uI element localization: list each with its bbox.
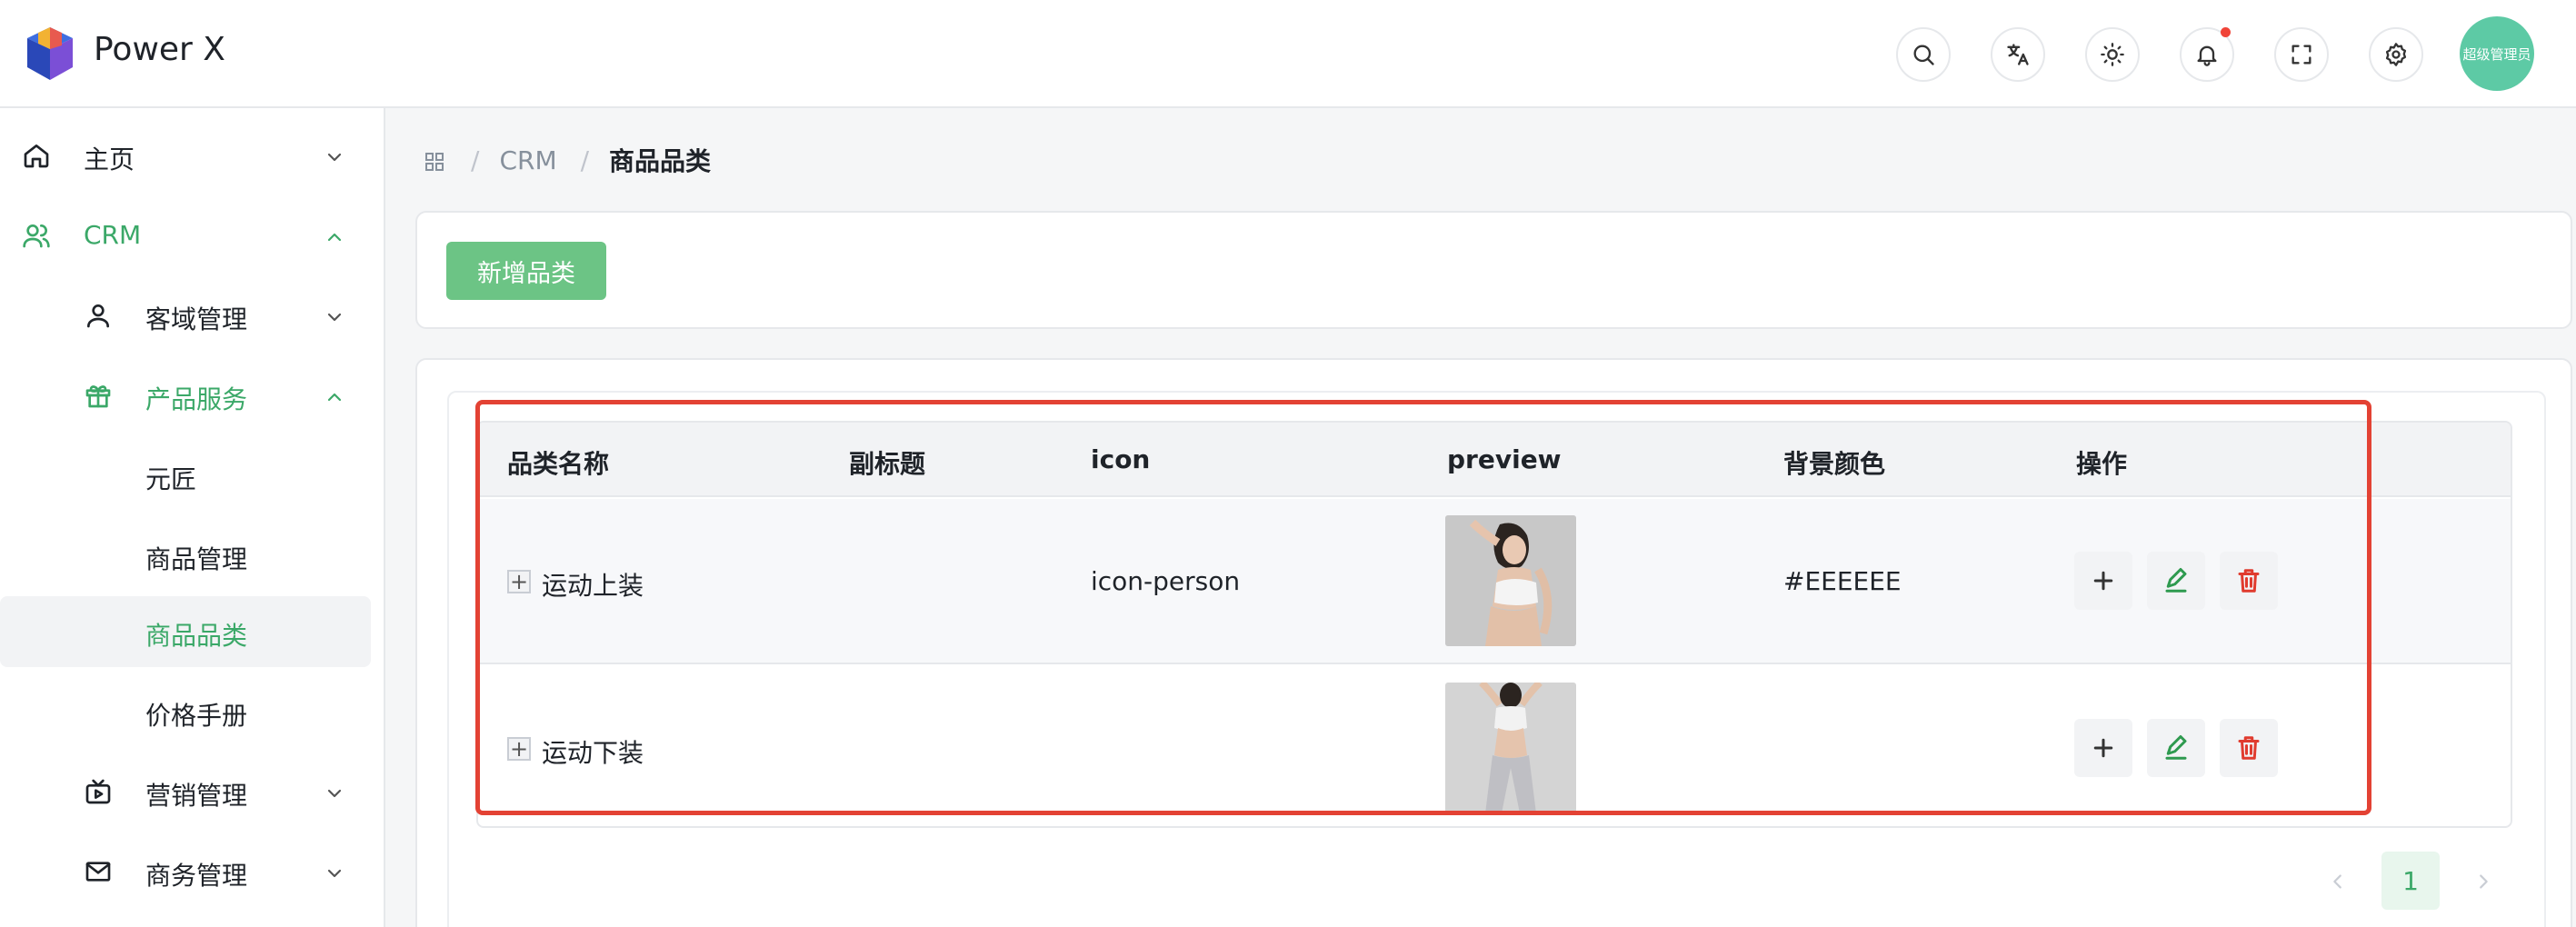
category-table: 品类名称 副标题 icon preview 背景颜色 操作 + 运动上装 ico…	[476, 421, 2512, 828]
expand-row-button[interactable]: +	[507, 570, 531, 593]
avatar[interactable]: 超级管理员	[2460, 16, 2534, 91]
notification-button[interactable]	[2180, 27, 2234, 82]
chevron-left-icon	[2333, 874, 2341, 889]
sidebar-item-label: CRM	[84, 220, 142, 250]
breadcrumb: / CRM / 商品品类	[424, 142, 711, 178]
breadcrumb-current: 商品品类	[609, 146, 712, 176]
sun-icon	[2101, 43, 2124, 66]
sidebar-item-label: 商品管理	[145, 544, 248, 574]
fullscreen-button[interactable]	[2274, 27, 2329, 82]
sidebar-item-label: 营销管理	[145, 781, 248, 811]
sidebar-item-product-management[interactable]: 商品管理	[0, 520, 371, 591]
category-name: 运动上装	[542, 571, 644, 601]
search-button[interactable]	[1896, 27, 1951, 82]
trash-icon	[2238, 736, 2260, 760]
table-row: + 运动下装	[478, 666, 2511, 826]
edit-button[interactable]	[2147, 719, 2205, 777]
sidebar-item-customer-domain[interactable]: 客域管理	[0, 280, 371, 351]
edit-icon	[2165, 735, 2187, 760]
trash-icon	[2238, 569, 2260, 593]
gear-icon	[2385, 43, 2407, 66]
pagination-page[interactable]: 1	[2381, 852, 2440, 910]
chevron-down-icon	[324, 304, 345, 326]
sidebar-item-label: 产品服务	[145, 384, 248, 414]
preview-image[interactable]	[1445, 683, 1576, 813]
sidebar-item-price-book[interactable]: 价格手册	[0, 676, 371, 747]
column-header-icon[interactable]: icon	[1091, 444, 1150, 474]
add-category-button[interactable]: 新增品类	[446, 242, 606, 300]
delete-button[interactable]	[2220, 552, 2278, 610]
sidebar-item-yuanjiang[interactable]: 元匠	[0, 440, 371, 511]
column-header-bg-color[interactable]: 背景颜色	[1783, 444, 1885, 481]
breadcrumb-separator: /	[580, 145, 590, 175]
sidebar-item-label: 客域管理	[145, 304, 248, 334]
breadcrumb-crm[interactable]: CRM	[499, 145, 556, 175]
settings-button[interactable]	[2369, 27, 2423, 82]
sidebar-item-marketing[interactable]: 营销管理	[0, 756, 371, 827]
table-header: 品类名称 副标题 icon preview 背景颜色 操作	[478, 423, 2511, 497]
expand-row-button[interactable]: +	[507, 737, 531, 761]
category-icon-name: icon-person	[1091, 566, 1241, 596]
bell-icon	[2197, 45, 2217, 66]
apps-grid-icon[interactable]	[424, 149, 445, 171]
sidebar-item-home[interactable]: 主页	[0, 120, 371, 191]
home-icon	[22, 141, 51, 170]
theme-toggle-button[interactable]	[2085, 27, 2140, 82]
sidebar-item-product-service[interactable]: 产品服务	[0, 360, 371, 431]
app-title: Power X	[94, 31, 225, 68]
chevron-up-icon	[324, 384, 345, 406]
breadcrumb-separator: /	[471, 145, 480, 175]
column-header-name[interactable]: 品类名称	[507, 444, 609, 481]
plus-icon	[2093, 738, 2113, 758]
top-header: Power X 超级管理员	[0, 0, 2576, 108]
tv-icon	[84, 777, 113, 806]
column-header-actions: 操作	[2076, 449, 2128, 479]
column-header-subtitle[interactable]: 副标题	[849, 444, 925, 481]
sidebar-item-business[interactable]: 商务管理	[0, 836, 371, 907]
users-icon	[22, 221, 51, 250]
plus-icon	[2093, 571, 2113, 591]
toolbar-card: 新增品类	[415, 211, 2572, 329]
mail-icon	[84, 857, 113, 886]
user-icon	[84, 301, 113, 330]
gift-icon	[84, 381, 113, 410]
sidebar: 主页 CRM 客域管理 产品服务 元匠 商品管理 商品品类 价格手册 营销管理 …	[0, 108, 385, 927]
pagination-prev[interactable]	[2320, 863, 2356, 900]
sidebar-item-product-category[interactable]: 商品品类	[0, 596, 371, 667]
sidebar-item-crm[interactable]: CRM	[0, 200, 371, 271]
category-name: 运动下装	[542, 738, 644, 768]
column-header-preview[interactable]: preview	[1447, 444, 1562, 474]
pagination-next[interactable]	[2465, 863, 2501, 900]
translate-button[interactable]	[1991, 27, 2045, 82]
category-bg-color: #EEEEEE	[1783, 566, 1902, 596]
delete-button[interactable]	[2220, 719, 2278, 777]
sidebar-item-label: 元匠	[145, 464, 197, 494]
preview-image[interactable]	[1445, 515, 1576, 646]
notification-dot	[2221, 27, 2231, 37]
sidebar-item-label: 商务管理	[145, 861, 248, 891]
sidebar-item-label: 价格手册	[145, 701, 248, 731]
add-child-button[interactable]	[2074, 552, 2132, 610]
search-icon	[1913, 45, 1934, 65]
chevron-up-icon	[324, 224, 345, 246]
chevron-right-icon	[2480, 874, 2488, 889]
sidebar-item-label: 商品品类	[145, 621, 248, 651]
translate-icon	[2007, 44, 2029, 65]
chevron-down-icon	[324, 861, 345, 882]
fullscreen-icon	[2291, 45, 2311, 65]
edit-button[interactable]	[2147, 552, 2205, 610]
chevron-down-icon	[324, 145, 345, 166]
app-logo-icon	[24, 25, 76, 82]
edit-icon	[2165, 568, 2187, 593]
table-row: + 运动上装 icon-person #EEEEEE	[478, 499, 2511, 664]
chevron-down-icon	[324, 781, 345, 802]
sidebar-item-label: 主页	[84, 145, 135, 174]
add-child-button[interactable]	[2074, 719, 2132, 777]
